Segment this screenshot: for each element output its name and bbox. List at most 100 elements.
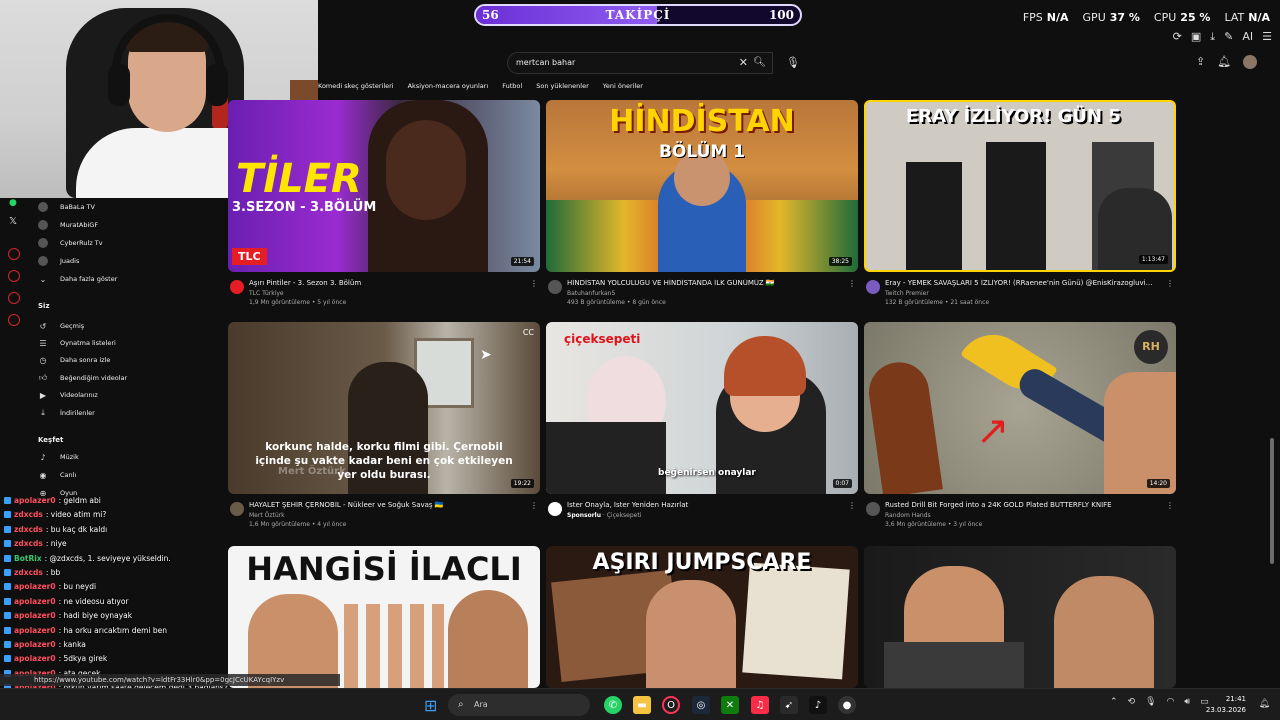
chip[interactable]: Son yüklenenler: [536, 82, 589, 90]
chat-username[interactable]: apolazer0: [14, 640, 56, 649]
video-title[interactable]: Rusted Drill Bit Forged into a 24K GOLD …: [885, 501, 1155, 509]
rail-icon[interactable]: [8, 314, 20, 326]
channel-name[interactable]: Sponsorlu · Çiçeksepeti: [567, 512, 641, 519]
more-options-icon[interactable]: ⋮: [530, 501, 538, 510]
video-thumbnail[interactable]: HİNDİSTAN BÖLÜM 1 38:25: [546, 100, 858, 272]
video-thumbnail[interactable]: çiçeksepeti beğenirsen onaylar 0:07: [546, 322, 858, 494]
volume-icon[interactable]: 🔊︎: [1184, 697, 1190, 707]
refresh-icon[interactable]: ⟳: [1173, 30, 1182, 44]
channel-name[interactable]: TLC Türkiye: [249, 290, 284, 297]
sidebar-item-live[interactable]: ◉ Canlı: [38, 468, 77, 482]
chat-username[interactable]: zdxcds: [14, 525, 43, 534]
chat-username[interactable]: apolazer0: [14, 597, 56, 606]
sidebar-item-watch-later[interactable]: ◷ Daha sonra izle: [38, 353, 111, 367]
chat-username[interactable]: apolazer0: [14, 496, 56, 505]
bell-icon[interactable]: 🔔︎: [1217, 55, 1231, 69]
section-title-you[interactable]: Siz: [38, 302, 50, 310]
upload-icon[interactable]: ⇪: [1196, 55, 1205, 69]
channel-avatar[interactable]: [230, 280, 244, 294]
x-icon[interactable]: 𝕏: [9, 216, 17, 227]
sidebar-item-downloads[interactable]: ⤓ İndirilenler: [38, 406, 95, 420]
file-explorer-icon[interactable]: ▬: [633, 696, 651, 714]
more-options-icon[interactable]: ⋮: [1166, 501, 1174, 510]
whatsapp-icon[interactable]: ●: [9, 198, 17, 208]
chevron-up-icon[interactable]: ⌃: [1110, 697, 1118, 707]
video-thumbnail[interactable]: AŞIRI JUMPSCARE: [546, 546, 858, 688]
sync-icon[interactable]: ⟲: [1128, 697, 1136, 707]
whatsapp-app-icon[interactable]: ✆: [604, 696, 622, 714]
tiktok-icon[interactable]: ♪: [809, 696, 827, 714]
windows-start-icon[interactable]: ⊞: [424, 696, 437, 715]
channel-avatar[interactable]: [548, 502, 562, 516]
screen: 56 TAKİPÇİ 100 FPS N/A GPU 37 % CPU 25 % LA…: [0, 0, 1280, 720]
channel-name[interactable]: Batuhanfurkan5: [567, 290, 615, 297]
video-thumbnail[interactable]: ERAY İZLİYOR! GÜN 5 1:13:47: [864, 100, 1176, 272]
sidebar-item-your-videos[interactable]: ▶ Videolarınız: [38, 388, 98, 402]
ai-icon[interactable]: AI: [1242, 30, 1253, 44]
clear-search-icon[interactable]: ✕: [739, 53, 748, 73]
rail-icon[interactable]: [8, 292, 20, 304]
chip[interactable]: Aksiyon-macera oyunları: [408, 82, 489, 90]
music-app-icon[interactable]: ♫: [751, 696, 769, 714]
sidebar-item-liked[interactable]: 👍︎ Beğendiğim videolar: [38, 371, 127, 385]
channel-avatar[interactable]: [548, 280, 562, 294]
channel-name[interactable]: Twitch Premier: [885, 290, 929, 297]
channel-avatar[interactable]: [866, 280, 880, 294]
video-thumbnail[interactable]: korkunç halde, korku filmi gibi. Çernobi…: [228, 322, 540, 494]
video-thumbnail[interactable]: [864, 546, 1176, 688]
video-title[interactable]: Eray - YEMEK SAVAŞLARI 5 İZLİYOR! (RRaen…: [885, 279, 1155, 287]
more-options-icon[interactable]: ⋮: [530, 279, 538, 288]
taskbar-search-input[interactable]: ⌕ Ara: [448, 694, 590, 716]
chat-username[interactable]: apolazer0: [14, 582, 56, 591]
search-icon[interactable]: 🔍︎: [753, 53, 766, 73]
sidebar-item-playlists[interactable]: ☰ Oynatma listeleri: [38, 336, 115, 350]
sidebar-item-music[interactable]: ♪ Müzik: [38, 450, 78, 464]
video-thumbnail[interactable]: TİLER 3.SEZON - 3.BÖLÜM TLC 21:54: [228, 100, 540, 272]
chat-username[interactable]: zdxcds: [14, 510, 43, 519]
cc-icon[interactable]: CC: [523, 328, 534, 337]
video-thumbnail[interactable]: ↗ RH 14:20: [864, 322, 1176, 494]
channel-avatar[interactable]: [866, 502, 880, 516]
app-icon[interactable]: ➹: [780, 696, 798, 714]
chat-username[interactable]: zdxcds: [14, 568, 43, 577]
chat-username[interactable]: apolazer0: [14, 626, 56, 635]
avatar[interactable]: [1243, 55, 1258, 69]
chat-username[interactable]: BotRix: [14, 554, 42, 563]
menu-icon[interactable]: ☰: [1262, 30, 1272, 44]
steam-icon[interactable]: ◎: [692, 696, 710, 714]
rail-icon[interactable]: [8, 270, 20, 282]
opera-browser-icon[interactable]: O: [662, 696, 680, 714]
microphone-icon[interactable]: 🎙︎: [786, 56, 800, 69]
edit-icon[interactable]: ✎: [1224, 30, 1233, 44]
screenshot-icon[interactable]: ▣: [1191, 30, 1201, 44]
wifi-icon[interactable]: ◠: [1167, 697, 1175, 707]
app-icon[interactable]: ●: [838, 696, 856, 714]
video-title[interactable]: Aşırı Pintiler - 3. Sezon 3. Bölüm: [249, 279, 519, 287]
channel-name[interactable]: Random Hands: [885, 512, 931, 519]
chip[interactable]: Futbol: [502, 82, 522, 90]
clock[interactable]: 21:41 23.03.2026: [1206, 694, 1246, 716]
scrollbar[interactable]: [1270, 438, 1274, 564]
chat-username[interactable]: apolazer0: [14, 654, 56, 663]
more-options-icon[interactable]: ⋮: [1166, 279, 1174, 288]
sidebar-item-sub[interactable]: Juadis: [38, 254, 79, 268]
sidebar-item-sub[interactable]: CyberRulz Tv: [38, 236, 103, 250]
sidebar-item-sub[interactable]: MuratAbiGF: [38, 218, 98, 232]
search-input[interactable]: mertcan bahar ✕ 🔍︎: [507, 52, 773, 74]
mic-icon[interactable]: 🎙︎: [1145, 697, 1156, 707]
video-title[interactable]: HİNDİSTAN YOLCULUĞU VE HİNDİSTANDA İLK G…: [567, 279, 837, 287]
more-options-icon[interactable]: ⋮: [848, 501, 856, 510]
chat-username[interactable]: zdxcds: [14, 539, 43, 548]
chip[interactable]: Komedi skeç gösterileri: [318, 82, 394, 90]
sidebar-item-history[interactable]: ↺ Geçmiş: [38, 319, 85, 333]
xbox-icon[interactable]: ✕: [721, 696, 739, 714]
download-icon[interactable]: ⤓: [1210, 30, 1215, 44]
sidebar-item-sub[interactable]: BaBaLa TV: [38, 200, 95, 214]
chip[interactable]: Yeni öneriler: [603, 82, 643, 90]
more-options-icon[interactable]: ⋮: [848, 279, 856, 288]
video-title[interactable]: İster Onayla, İster Yeniden Hazırlat: [567, 501, 837, 509]
notification-icon[interactable]: 🔔︎: [1259, 699, 1270, 709]
rail-icon[interactable]: [8, 248, 20, 260]
chat-username[interactable]: apolazer0: [14, 611, 56, 620]
sidebar-item-more[interactable]: ⌄ Daha fazla göster: [38, 272, 118, 286]
